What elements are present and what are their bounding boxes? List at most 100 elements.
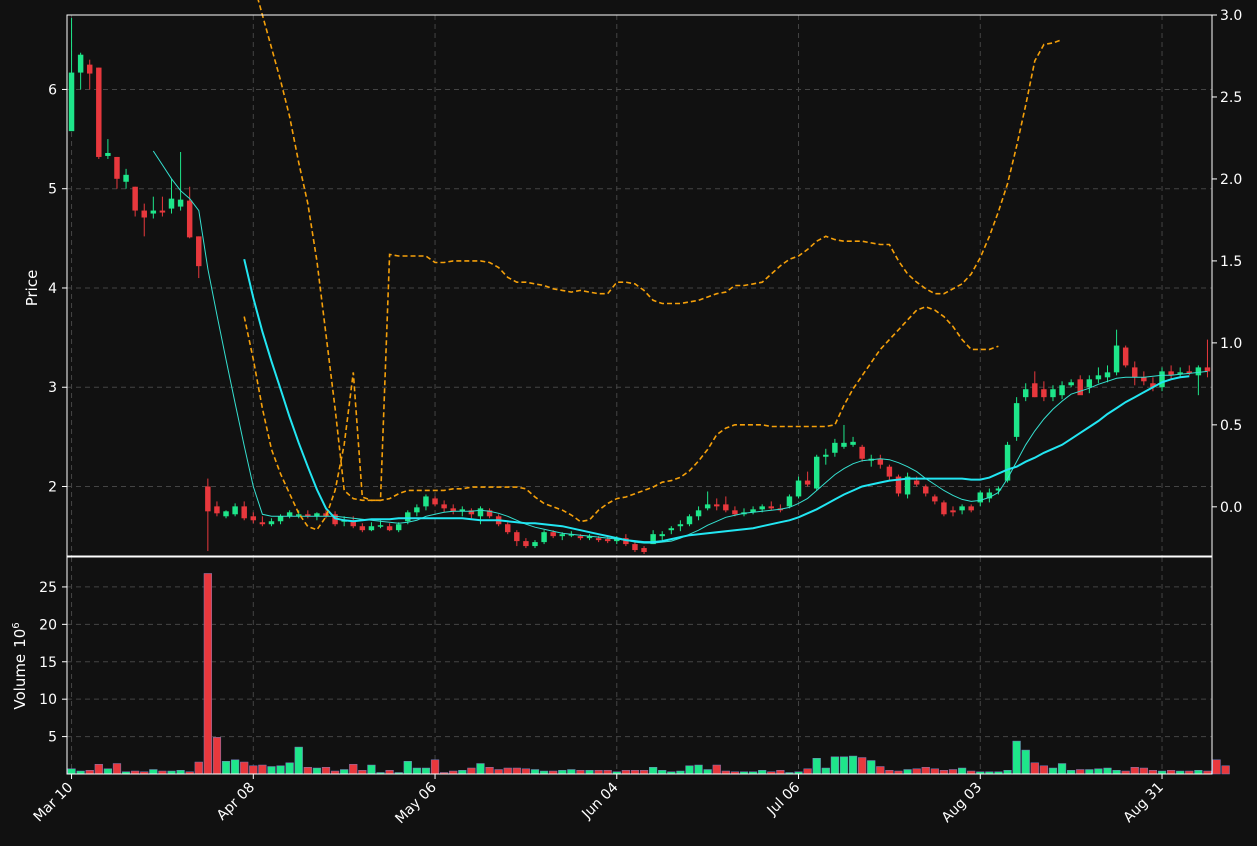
candle — [286, 510, 293, 519]
volume-bar — [194, 761, 203, 775]
volume-bar — [276, 765, 285, 775]
candle — [532, 540, 538, 549]
volume-bar — [340, 769, 349, 775]
candle — [868, 454, 874, 467]
candle-body — [505, 524, 511, 533]
candle-body — [786, 496, 793, 507]
volume-bar — [85, 770, 94, 775]
candle — [586, 534, 593, 541]
volume-bar — [485, 767, 494, 775]
volume-bar — [467, 767, 476, 775]
y-tick-label: 2 — [48, 480, 57, 496]
candle — [486, 508, 493, 519]
candle-body — [1013, 403, 1020, 437]
candle — [841, 424, 847, 449]
candle — [1059, 381, 1065, 400]
candle — [1032, 371, 1038, 398]
candle — [859, 444, 865, 462]
candle-body — [795, 480, 802, 497]
candle — [950, 506, 956, 517]
volume-bar — [885, 770, 894, 775]
candle — [96, 67, 102, 159]
volume-bar — [1139, 767, 1148, 775]
volume-bar — [603, 770, 612, 775]
candle — [1141, 371, 1147, 386]
y-tick-label: 3 — [48, 380, 57, 396]
candle — [141, 203, 147, 237]
candle-body — [959, 506, 965, 511]
volume-bar — [1130, 767, 1139, 775]
volume-bar — [830, 756, 839, 775]
candle — [541, 530, 547, 545]
volume-bar — [1048, 767, 1058, 775]
candle-body — [1041, 389, 1047, 398]
volume-bar — [312, 767, 322, 775]
candle — [632, 542, 638, 553]
candle-body — [1095, 375, 1102, 380]
candle-body — [250, 516, 257, 521]
price-axis-label: Price — [23, 270, 41, 307]
volume-tick-label: 20 — [39, 617, 57, 633]
x-tick-label: Mar 10 — [31, 780, 77, 826]
volume-bar — [1194, 770, 1203, 775]
volume-bar — [821, 767, 830, 775]
candle-body — [105, 152, 111, 156]
candle-body — [913, 480, 920, 485]
candle — [886, 464, 893, 481]
y-tick-label: 6 — [48, 82, 57, 98]
volume-bar — [776, 770, 785, 775]
candle-body — [414, 507, 420, 513]
candle — [659, 531, 665, 541]
candle — [877, 454, 884, 469]
volume-bar — [1057, 763, 1067, 775]
volume-bar — [585, 770, 594, 775]
candle — [205, 478, 211, 552]
candle — [186, 186, 193, 239]
candle — [714, 498, 720, 511]
candle-body — [1059, 385, 1065, 396]
candle-body — [841, 442, 847, 447]
volume-bar — [712, 764, 721, 775]
candle — [750, 506, 756, 515]
volume-bar — [876, 766, 885, 775]
candle — [641, 546, 647, 555]
candle — [941, 500, 947, 517]
candle — [777, 504, 784, 513]
candle-body — [259, 522, 266, 525]
candle — [77, 52, 84, 90]
x-tick-label: Jul 06 — [764, 779, 804, 819]
candle-body — [441, 504, 447, 509]
candle-body — [723, 504, 729, 511]
volume-bar — [658, 770, 667, 775]
candle-body — [186, 200, 193, 238]
volume-bar — [649, 767, 658, 775]
candle-body — [1132, 367, 1138, 378]
candle — [1195, 365, 1202, 396]
candle-body — [759, 506, 765, 510]
candle-body — [559, 534, 565, 537]
candle-body — [359, 526, 366, 531]
candle-body — [632, 544, 638, 551]
volume-bar — [848, 755, 858, 775]
candle — [168, 178, 175, 214]
candle-body — [804, 480, 811, 485]
right-y-tick-label: 2.0 — [1220, 172, 1242, 188]
volume-bar — [903, 769, 912, 775]
candle-body — [168, 198, 175, 209]
candle-body — [677, 524, 684, 527]
candle — [68, 17, 75, 132]
candle-body — [214, 506, 220, 514]
volume-bar — [503, 767, 512, 775]
candle — [214, 501, 220, 517]
volume-bar — [1112, 770, 1121, 775]
volume-bar — [430, 759, 440, 775]
candle-body — [1104, 372, 1111, 378]
volume-bar — [512, 767, 521, 775]
candle-body — [1086, 379, 1093, 388]
candle — [150, 196, 157, 219]
candle — [1041, 381, 1047, 402]
volume-bar — [176, 770, 185, 775]
candle — [159, 196, 166, 217]
volume-bar — [249, 765, 258, 775]
candle-body — [668, 528, 675, 531]
